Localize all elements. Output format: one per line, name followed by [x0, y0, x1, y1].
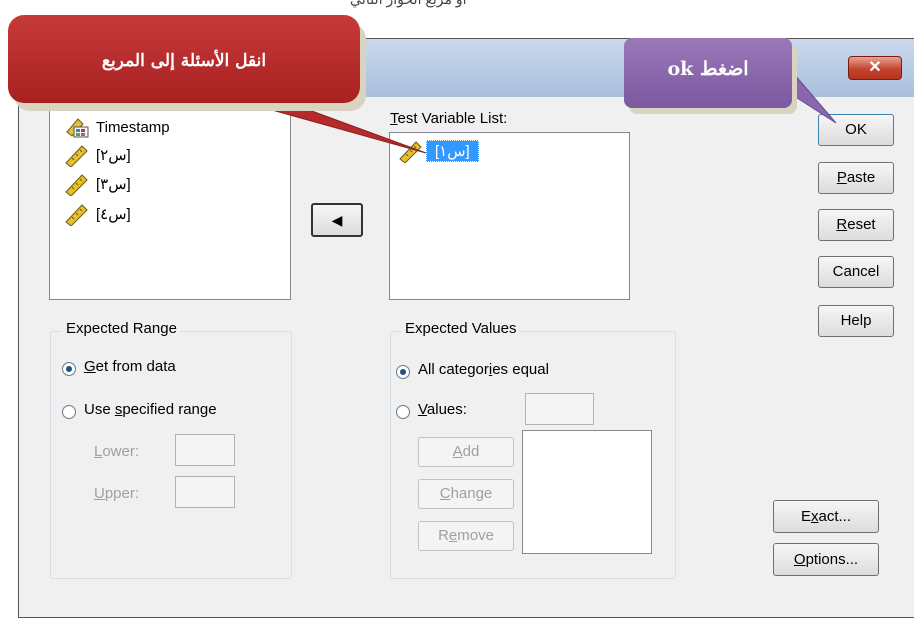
all-categories-equal-radio[interactable]	[396, 365, 410, 379]
change-button[interactable]: Change	[418, 479, 514, 509]
help-button[interactable]: Help	[818, 305, 894, 337]
list-item-label: [س٢]	[96, 147, 131, 164]
selected-item-label: [س١]	[426, 140, 479, 162]
background-text: أو مربع الحوار التالي	[350, 0, 467, 8]
remove-button[interactable]: Remove	[418, 521, 514, 551]
close-icon: ✕	[868, 59, 882, 76]
list-item-label: Timestamp	[96, 118, 170, 136]
add-button[interactable]: Add	[418, 437, 514, 467]
close-button[interactable]: ✕	[848, 56, 902, 80]
all-categories-equal-label: All categories equal	[418, 361, 549, 378]
test-variable-list[interactable]: [س١]	[389, 132, 630, 300]
exact-button[interactable]: Exact...	[773, 500, 879, 533]
cancel-button[interactable]: Cancel	[818, 256, 894, 288]
paste-button[interactable]: Paste	[818, 162, 894, 194]
list-item[interactable]: [س٣]	[64, 172, 131, 196]
options-button[interactable]: Options...	[773, 543, 879, 576]
list-item[interactable]: [س٤]	[64, 202, 131, 226]
list-item-label: [س٤]	[96, 206, 131, 223]
scale-variable-icon	[399, 141, 422, 163]
instruction-callout-red: انقل الأسئلة إلى المربع	[8, 15, 360, 103]
upper-label: Upper:	[94, 485, 140, 502]
get-from-data-radio[interactable]	[62, 362, 76, 376]
nominal-variable-icon	[66, 118, 89, 138]
callout-text: انقل الأسئلة إلى المربع	[101, 51, 267, 71]
list-item[interactable]: Timestamp	[64, 115, 170, 139]
list-item[interactable]: [س١]	[398, 139, 479, 163]
values-radio[interactable]	[396, 405, 410, 419]
expected-range-title: Expected Range	[62, 320, 181, 337]
list-item-label: [س٣]	[96, 176, 131, 193]
test-variable-list-label: Test Variable List:	[390, 110, 508, 127]
values-label: Values:	[418, 401, 467, 418]
source-variable-list[interactable]: Timestamp [س٢] [س٣] [س٤]	[49, 104, 291, 300]
arrow-left-icon: ◀	[331, 212, 343, 228]
scale-variable-icon	[65, 145, 88, 167]
values-input[interactable]	[525, 393, 594, 425]
list-item[interactable]: [س٢]	[64, 143, 131, 167]
values-list[interactable]	[522, 430, 652, 554]
use-specified-range-label: Use specified range	[84, 401, 217, 418]
lower-input[interactable]	[175, 434, 235, 466]
get-from-data-label: Get from data	[84, 358, 176, 375]
callout-text: اضغط ok	[667, 58, 749, 80]
move-variable-button[interactable]: ◀	[311, 203, 363, 237]
instruction-callout-purple: اضغط ok	[624, 38, 792, 108]
lower-label: Lower:	[94, 443, 140, 460]
scale-variable-icon	[65, 204, 88, 226]
use-specified-range-radio[interactable]	[62, 405, 76, 419]
reset-button[interactable]: Reset	[818, 209, 894, 241]
upper-input[interactable]	[175, 476, 235, 508]
scale-variable-icon	[65, 174, 88, 196]
ok-button[interactable]: OK	[818, 114, 894, 146]
expected-values-title: Expected Values	[401, 320, 521, 337]
